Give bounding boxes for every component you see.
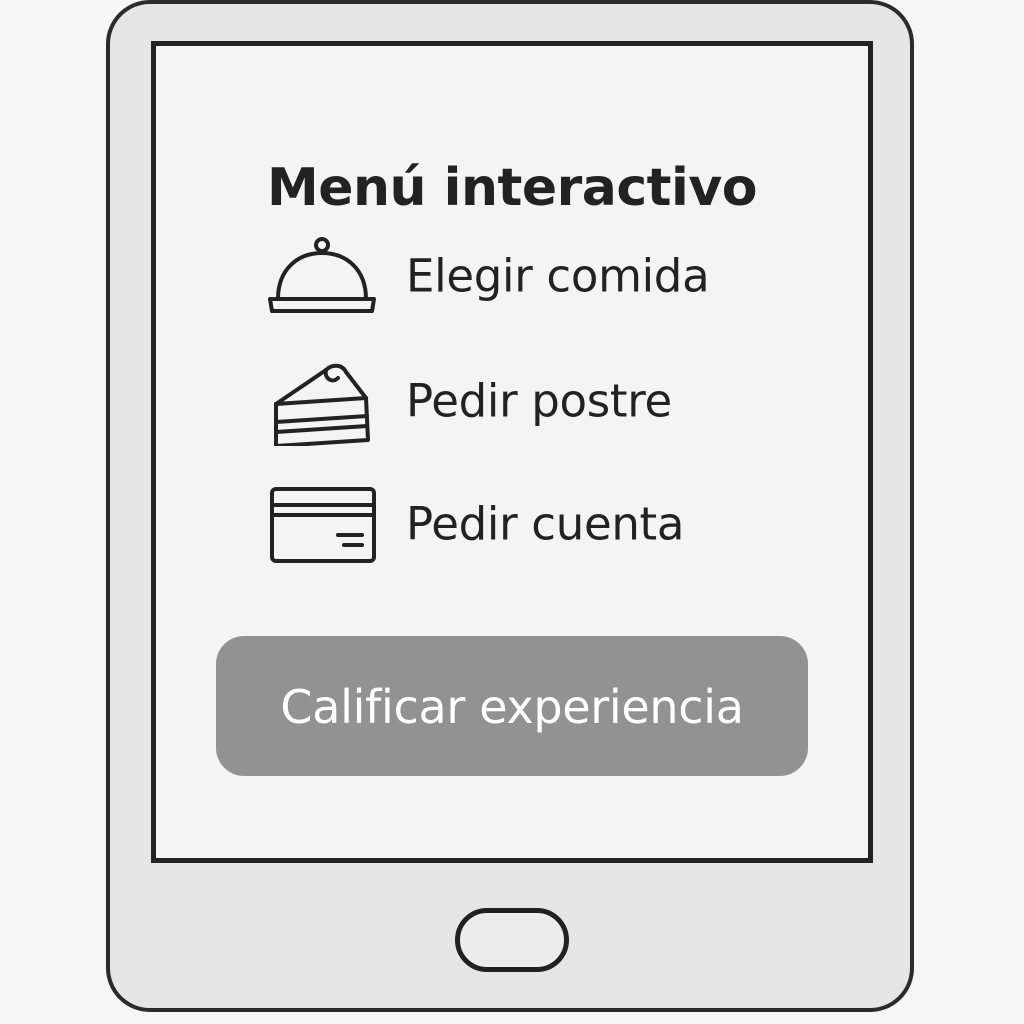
page-title: Menú interactivo (267, 158, 758, 218)
rate-experience-button[interactable]: Calificar experiencia (216, 636, 808, 776)
cloche-icon (268, 237, 376, 313)
menu-item-label: Pedir cuenta (406, 497, 685, 551)
credit-card-icon (270, 487, 376, 563)
menu-item-pedir-postre[interactable]: Pedir postre (266, 356, 766, 446)
cake-slice-icon (274, 363, 370, 446)
menu-item-elegir-comida[interactable]: Elegir comida (266, 231, 766, 321)
menu-item-label: Elegir comida (406, 249, 710, 303)
home-button[interactable] (455, 908, 569, 972)
menu-item-label: Pedir postre (406, 374, 672, 428)
tablet-screen: Menú interactivo Elegir comida Pedir pos… (151, 41, 873, 863)
menu-item-pedir-cuenta[interactable]: Pedir cuenta (266, 479, 766, 569)
